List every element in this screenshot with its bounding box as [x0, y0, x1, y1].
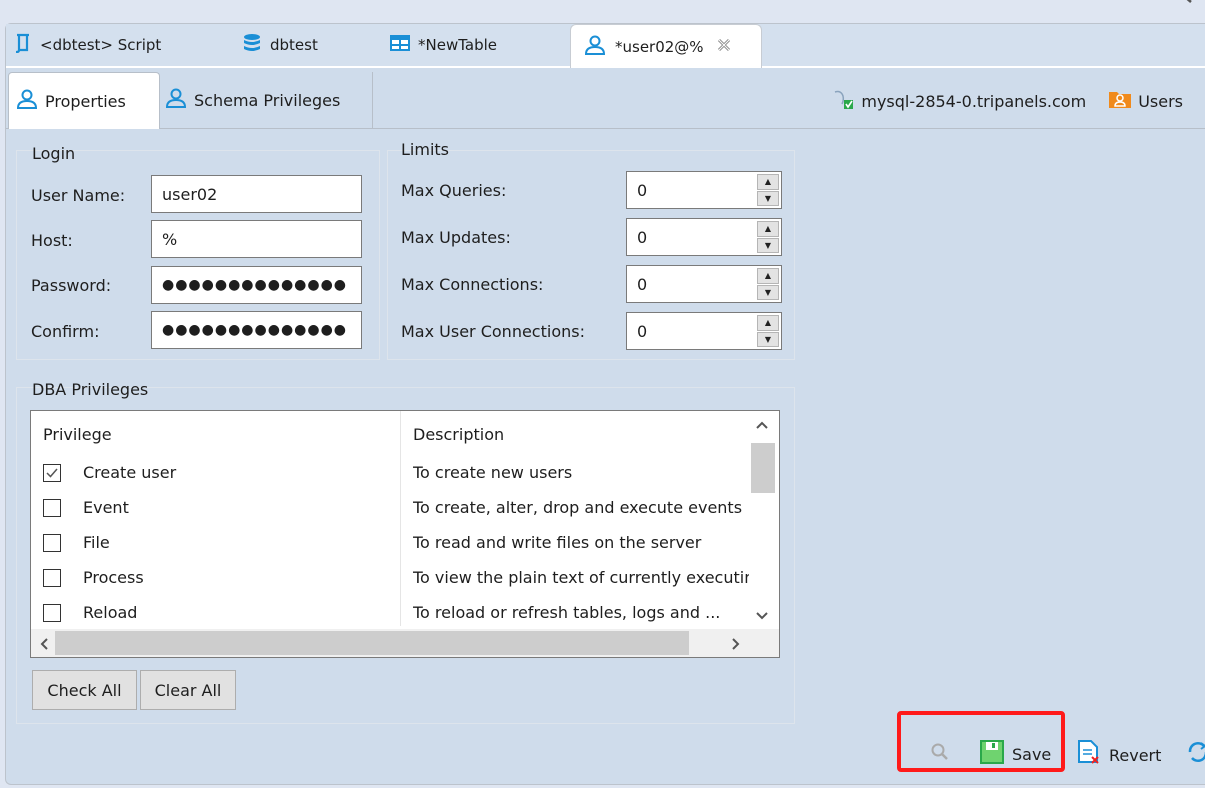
tab-label: Properties — [45, 91, 126, 111]
privilege-checkbox[interactable] — [43, 533, 61, 552]
user-icon — [583, 35, 615, 59]
privilege-checkbox[interactable] — [43, 603, 61, 622]
editor-tab-user02[interactable]: *user02@% — [570, 24, 762, 68]
editor-tab-label: <dbtest> Script — [40, 36, 162, 54]
privilege-name: File — [83, 533, 110, 552]
scroll-left-icon[interactable] — [39, 637, 49, 655]
users-folder-icon — [1108, 89, 1138, 113]
max-user-connections-value: 0 — [637, 321, 648, 341]
max-queries-label: Max Queries: — [401, 181, 507, 200]
column-header-description[interactable]: Description — [413, 425, 504, 444]
privilege-name: Create user — [83, 463, 177, 482]
dba-privileges-title: DBA Privileges — [32, 380, 149, 399]
editor-tab-newtable[interactable]: *NewTable — [390, 24, 497, 66]
column-header-privilege[interactable]: Privilege — [43, 425, 112, 444]
spin-down-button[interactable]: ▼ — [757, 331, 779, 347]
max-connections-value: 0 — [637, 274, 648, 294]
user-name-field[interactable]: user02 — [151, 175, 362, 213]
save-highlight-annotation — [897, 711, 1065, 772]
privilege-name: Event — [83, 498, 129, 517]
password-field[interactable]: ●●●●●●●●●●●●●● — [151, 266, 362, 304]
check-all-button[interactable]: Check All — [32, 670, 137, 710]
privilege-name: Process — [83, 568, 144, 587]
refresh-icon — [1186, 740, 1205, 768]
editor-tab-label: dbtest — [270, 36, 318, 54]
privilege-description: To read and write files on the server — [413, 533, 702, 552]
clear-all-button[interactable]: Clear All — [140, 670, 236, 710]
close-icon[interactable] — [716, 37, 740, 57]
table-row[interactable]: File To read and write files on the serv… — [31, 525, 747, 560]
connection-host-label: mysql-2854-0.tripanels.com — [861, 91, 1087, 111]
max-updates-label: Max Updates: — [401, 228, 511, 247]
login-title: Login — [32, 144, 76, 163]
max-updates-value: 0 — [637, 227, 648, 247]
global-search-icon[interactable] — [1170, 0, 1198, 10]
spin-up-button[interactable]: ▲ — [757, 315, 779, 331]
connection-info: mysql-2854-0.tripanels.com Users — [811, 88, 1183, 114]
limits-title: Limits — [401, 140, 449, 159]
table-row[interactable]: Create user To create new users — [31, 455, 747, 490]
connection-host[interactable]: mysql-2854-0.tripanels.com — [833, 88, 1086, 114]
privilege-description: To reload or refresh tables, logs and ..… — [413, 603, 721, 622]
spin-up-button[interactable]: ▲ — [757, 174, 779, 190]
tab-properties[interactable]: Properties — [8, 72, 160, 129]
confirm-label: Confirm: — [31, 322, 100, 341]
spin-down-button[interactable]: ▼ — [757, 190, 779, 206]
privilege-checkbox[interactable] — [43, 463, 61, 482]
editor-tab-label: *user02@% — [615, 37, 704, 56]
scroll-up-icon[interactable] — [755, 419, 769, 433]
max-connections-label: Max Connections: — [401, 275, 544, 294]
max-updates-spinner[interactable]: 0 ▲ ▼ — [626, 218, 782, 256]
refresh-button[interactable] — [1186, 740, 1205, 768]
host-label: Host: — [31, 231, 73, 250]
mysql-connected-icon — [833, 88, 861, 114]
editor-tab-script[interactable]: <dbtest> Script — [14, 24, 161, 66]
horizontal-scroll-thumb[interactable] — [55, 631, 689, 655]
max-queries-spinner[interactable]: 0 ▲ ▼ — [626, 171, 782, 209]
database-icon — [242, 33, 270, 57]
confirm-password-field[interactable]: ●●●●●●●●●●●●●● — [151, 311, 362, 349]
spin-down-button[interactable]: ▼ — [757, 284, 779, 300]
privilege-description: To view the plain text of currently exec… — [413, 568, 749, 587]
table-row[interactable]: Event To create, alter, drop and execute… — [31, 490, 747, 525]
spin-up-button[interactable]: ▲ — [757, 221, 779, 237]
tab-schema-privileges[interactable]: Schema Privileges — [158, 72, 373, 128]
scroll-down-icon[interactable] — [755, 607, 769, 625]
privileges-table: Privilege Description Create user To cre… — [30, 410, 780, 658]
scroll-right-icon[interactable] — [731, 637, 741, 655]
revert-label: Revert — [1109, 745, 1162, 765]
table-row[interactable]: Process To view the plain text of curren… — [31, 560, 749, 595]
editor-tab-dbtest[interactable]: dbtest — [242, 24, 318, 66]
tab-label: Schema Privileges — [194, 90, 341, 110]
privilege-name: Reload — [83, 603, 138, 622]
editor-tab-label: *NewTable — [418, 36, 498, 54]
max-user-connections-label: Max User Connections: — [401, 322, 585, 341]
check-icon — [46, 468, 58, 478]
max-user-connections-spinner[interactable]: 0 ▲ ▼ — [626, 312, 782, 350]
editor-tab-bar: <dbtest> Script dbtest *NewTable *user02… — [6, 24, 1205, 68]
privilege-checkbox[interactable] — [43, 568, 61, 587]
vertical-scroll-thumb[interactable] — [751, 443, 775, 493]
privilege-description: To create, alter, drop and execute event… — [413, 498, 743, 517]
max-connections-spinner[interactable]: 0 ▲ ▼ — [626, 265, 782, 303]
user-icon — [15, 89, 45, 113]
table-row[interactable]: Reload To reload or refresh tables, logs… — [31, 595, 747, 630]
revert-icon — [1077, 740, 1101, 770]
spin-up-button[interactable]: ▲ — [757, 268, 779, 284]
spin-down-button[interactable]: ▼ — [757, 237, 779, 253]
users-folder-label: Users — [1138, 91, 1183, 111]
vertical-scrollbar[interactable] — [749, 411, 779, 629]
privilege-checkbox[interactable] — [43, 498, 61, 517]
script-icon — [14, 33, 40, 57]
revert-button[interactable]: Revert — [1077, 740, 1161, 770]
table-icon — [390, 35, 418, 55]
horizontal-scrollbar[interactable] — [31, 629, 779, 657]
password-label: Password: — [31, 276, 112, 295]
user-name-label: User Name: — [31, 186, 126, 205]
max-queries-value: 0 — [637, 180, 648, 200]
privilege-description: To create new users — [413, 463, 573, 482]
users-folder[interactable]: Users — [1108, 89, 1183, 113]
host-field[interactable]: % — [151, 220, 362, 258]
user-icon — [164, 88, 194, 112]
